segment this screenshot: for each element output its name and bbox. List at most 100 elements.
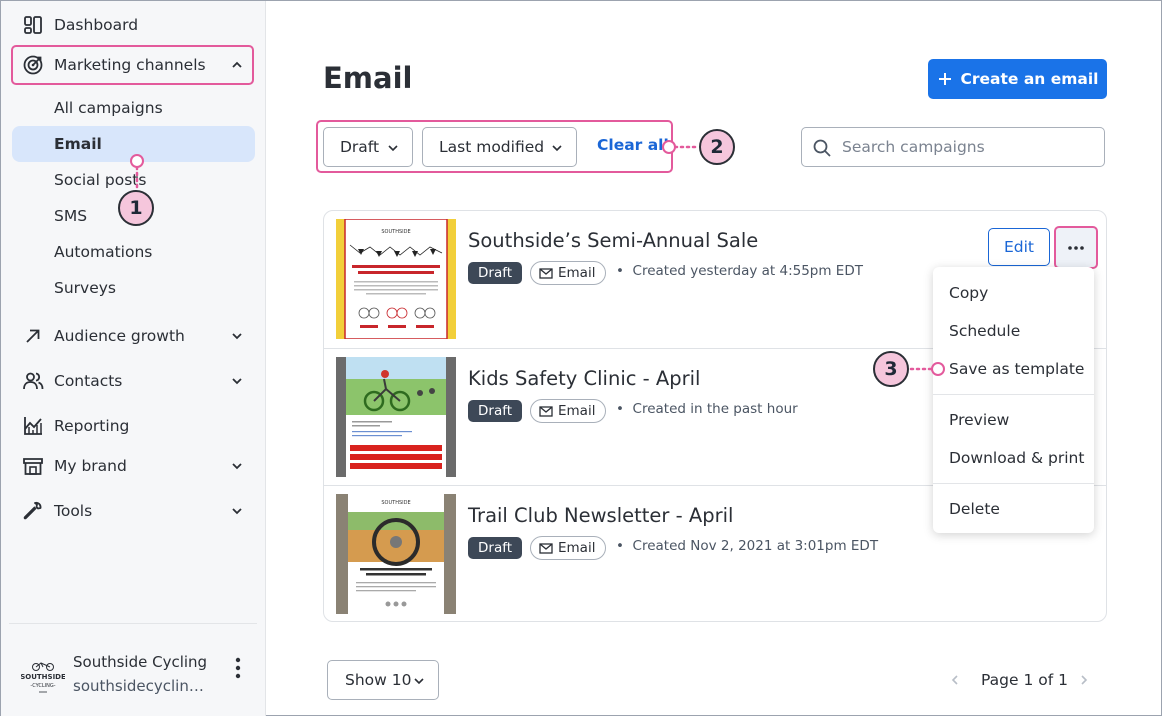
menu-item-download-print[interactable]: Download & print: [949, 449, 1084, 467]
campaign-title[interactable]: Southside’s Semi-Annual Sale: [468, 229, 758, 252]
svg-text:-CYCLING-: -CYCLING-: [30, 683, 55, 689]
chevron-up-icon[interactable]: [229, 57, 245, 73]
brand-logo: SOUTHSIDE -CYCLING-: [21, 662, 65, 693]
menu-item-delete[interactable]: Delete: [949, 500, 1000, 518]
wrench-icon: [22, 500, 44, 522]
menu-item-schedule[interactable]: Schedule: [949, 322, 1020, 340]
page-title: Email: [323, 61, 413, 95]
campaign-title[interactable]: Kids Safety Clinic - April: [468, 367, 700, 390]
campaign-meta-text: Created in the past hour: [632, 401, 798, 417]
sidebar-item-tools[interactable]: Tools: [12, 493, 255, 529]
more-actions-button[interactable]: [1054, 226, 1098, 269]
target-icon: [22, 54, 44, 76]
sidebar-item-contacts[interactable]: Contacts: [12, 363, 255, 399]
campaign-thumbnail: SOUTHSIDE: [336, 219, 456, 339]
sort-value: Last modified: [439, 138, 545, 156]
sidebar-item-automations[interactable]: Automations: [12, 234, 255, 270]
campaign-meta: • Created Nov 2, 2021 at 3:01pm EDT: [616, 538, 879, 554]
mail-icon: [539, 405, 553, 417]
chevron-down-icon: [552, 145, 562, 152]
campaign-meta: • Created in the past hour: [616, 401, 798, 417]
sidebar-item-label: Contacts: [54, 372, 123, 390]
search-icon: [813, 139, 831, 157]
sidebar-divider: [9, 623, 257, 624]
callout-3: 3: [873, 351, 909, 387]
callout-1: 1: [118, 190, 154, 226]
mail-icon: [539, 267, 553, 279]
callout-anchor-2: [662, 140, 676, 154]
svg-text:SOUTHSIDE: SOUTHSIDE: [381, 229, 410, 235]
status-badge: Draft: [468, 537, 523, 559]
sidebar-item-all-campaigns[interactable]: All campaigns: [12, 90, 255, 126]
menu-item-copy[interactable]: Copy: [949, 284, 988, 302]
chevron-down-icon[interactable]: [229, 373, 245, 389]
dashboard-icon: [22, 14, 44, 36]
mail-icon: [539, 542, 553, 554]
chart-icon: [22, 415, 44, 437]
sidebar-item-marketing-channels[interactable]: Marketing channels: [12, 47, 255, 83]
type-badge: Email: [530, 399, 607, 423]
menu-item-save-as-template[interactable]: Save as template: [949, 360, 1084, 378]
sidebar-item-label: Tools: [54, 502, 93, 520]
menu-item-preview[interactable]: Preview: [949, 411, 1009, 429]
svg-text:SOUTHSIDE: SOUTHSIDE: [381, 500, 410, 506]
sidebar: Dashboard Marketing channels All campaig…: [1, 1, 266, 716]
sidebar-item-label: My brand: [54, 457, 127, 475]
search-input[interactable]: Search campaigns: [801, 127, 1105, 167]
sidebar-item-dashboard[interactable]: Dashboard: [12, 7, 255, 43]
type-badge-label: Email: [558, 403, 596, 419]
contacts-icon: [22, 370, 44, 392]
create-email-button[interactable]: Create an email: [928, 59, 1107, 99]
menu-divider: [933, 483, 1094, 484]
create-email-label: Create an email: [960, 70, 1099, 88]
campaign-thumbnail: [336, 357, 456, 477]
account-name: Southside Cycling: [73, 653, 208, 671]
type-badge: Email: [530, 261, 607, 285]
campaign-meta-text: Created yesterday at 4:55pm EDT: [632, 263, 863, 279]
sidebar-item-label: Marketing channels: [54, 56, 206, 74]
callout-anchor-3: [931, 362, 945, 376]
sidebar-item-label: Reporting: [54, 417, 130, 435]
chevron-left-icon[interactable]: [948, 673, 962, 687]
callout-connector-2: [675, 145, 699, 149]
account-url: southsidecyclin…: [73, 677, 204, 695]
type-badge-label: Email: [558, 540, 596, 556]
sidebar-item-label: Audience growth: [54, 327, 185, 345]
campaign-title[interactable]: Trail Club Newsletter - April: [468, 504, 733, 527]
chevron-right-icon[interactable]: [1077, 673, 1091, 687]
sidebar-item-surveys[interactable]: Surveys: [12, 270, 255, 306]
chevron-down-icon[interactable]: [229, 503, 245, 519]
menu-divider: [933, 394, 1094, 395]
page-size-dropdown[interactable]: Show 10: [327, 660, 439, 700]
sidebar-item-audience-growth[interactable]: Audience growth: [12, 318, 255, 354]
store-icon: [22, 455, 44, 477]
plus-icon: [938, 73, 951, 85]
callout-connector-3: [909, 367, 933, 371]
page-size-value: Show 10: [345, 671, 412, 689]
campaign-meta: • Created yesterday at 4:55pm EDT: [616, 263, 863, 279]
clear-all-link[interactable]: Clear all: [597, 136, 669, 154]
sidebar-item-reporting[interactable]: Reporting: [12, 408, 255, 444]
callout-connector-1: [135, 167, 139, 191]
callout-2: 2: [699, 129, 735, 165]
status-badge: Draft: [468, 400, 523, 422]
type-badge-label: Email: [558, 265, 596, 281]
chevron-down-icon[interactable]: [229, 328, 245, 344]
campaign-thumbnail: SOUTHSIDE: [336, 494, 456, 614]
chevron-down-icon: [414, 678, 424, 685]
edit-button[interactable]: Edit: [988, 228, 1050, 266]
chevron-down-icon[interactable]: [229, 458, 245, 474]
sort-dropdown[interactable]: Last modified: [422, 127, 577, 167]
sidebar-item-label: Dashboard: [54, 16, 139, 34]
actions-menu: Copy Schedule Save as template Preview D…: [933, 267, 1094, 533]
status-filter-value: Draft: [340, 138, 380, 156]
status-badge: Draft: [468, 262, 523, 284]
more-vertical-icon[interactable]: [233, 657, 243, 679]
more-horizontal-icon: [1068, 245, 1084, 250]
arrow-up-right-icon: [22, 325, 44, 347]
svg-text:SOUTHSIDE: SOUTHSIDE: [21, 673, 65, 681]
sidebar-item-my-brand[interactable]: My brand: [12, 448, 255, 484]
account-switcher[interactable]: SOUTHSIDE -CYCLING- Southside Cycling so…: [21, 649, 257, 705]
status-filter-dropdown[interactable]: Draft: [323, 127, 413, 167]
campaign-meta-text: Created Nov 2, 2021 at 3:01pm EDT: [632, 538, 879, 554]
